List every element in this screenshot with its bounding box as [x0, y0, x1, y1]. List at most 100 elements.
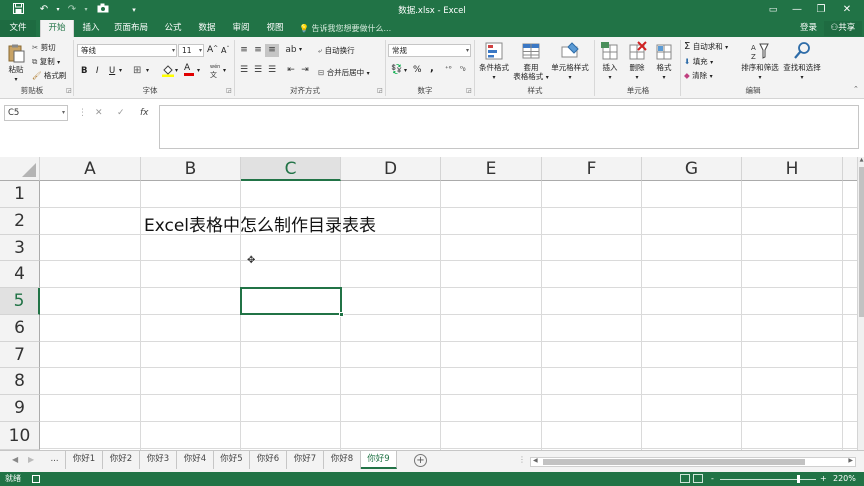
name-box[interactable]: C5 ▾	[4, 105, 68, 121]
sheet-tab-1[interactable]: 你好1	[66, 451, 103, 469]
copy-button[interactable]: ⧉ 复制 ▾	[32, 56, 60, 67]
align-bottom-icon[interactable]: ≡	[265, 44, 279, 57]
formula-input[interactable]	[159, 105, 859, 149]
column-header-b[interactable]: B	[141, 157, 241, 181]
insert-function-icon[interactable]: fx	[140, 105, 149, 121]
page-layout-view-icon[interactable]	[693, 474, 703, 483]
sheet-tab-3[interactable]: 你好3	[140, 451, 177, 469]
align-middle-icon[interactable]: ≡	[251, 44, 265, 57]
row-header-6[interactable]: 6	[0, 315, 40, 342]
orientation-icon[interactable]: ab	[284, 44, 298, 57]
clear-button[interactable]: ◆ 清除 ▾	[684, 70, 713, 81]
vertical-scroll-thumb[interactable]	[859, 167, 864, 317]
sheet-tab-8[interactable]: 你好8	[324, 451, 361, 469]
phonetic-guide-button[interactable]: wén 文	[210, 64, 220, 80]
borders-icon[interactable]: ⊞	[133, 65, 141, 76]
cancel-entry-icon[interactable]: ✕	[95, 105, 103, 121]
vertical-scrollbar[interactable]: ▲	[857, 157, 864, 450]
scroll-left-icon[interactable]: ◀	[533, 457, 538, 464]
increase-decimal-icon[interactable]: ⁺⁰	[445, 65, 452, 73]
column-header-f[interactable]: F	[542, 157, 642, 181]
number-launcher-icon[interactable]: ◲	[466, 87, 472, 94]
accounting-dropdown-icon[interactable]: ▾	[404, 67, 407, 74]
sheet-tab-9[interactable]: 你好9	[361, 451, 397, 469]
row-header-2[interactable]: 2	[0, 208, 40, 235]
column-header-h[interactable]: H	[742, 157, 843, 181]
sheet-tab-7[interactable]: 你好7	[287, 451, 324, 469]
normal-view-icon[interactable]	[680, 474, 690, 483]
shrink-font-button[interactable]: Aˇ	[221, 46, 229, 55]
comma-style-button[interactable]: ,	[430, 63, 434, 74]
column-header-e[interactable]: E	[441, 157, 542, 181]
format-painter-button[interactable]: 🖌 格式刷	[32, 70, 66, 81]
conditional-formatting-button[interactable]: 条件格式 ▾	[476, 41, 512, 82]
row-header-3[interactable]: 3	[0, 235, 40, 261]
tab-insert[interactable]: 插入	[76, 20, 106, 37]
zoom-slider-knob[interactable]	[797, 475, 800, 483]
align-top-icon[interactable]: ≡	[237, 44, 251, 57]
column-header-c[interactable]: C	[241, 157, 341, 181]
underline-dropdown-icon[interactable]: ▾	[119, 67, 122, 74]
font-color-dropdown-icon[interactable]: ▾	[197, 67, 200, 74]
sheet-tabs-ellipsis[interactable]: ...	[44, 451, 66, 469]
tab-split-handle-icon[interactable]: ⋮	[518, 455, 526, 464]
column-header-d[interactable]: D	[341, 157, 441, 181]
column-header-a[interactable]: A	[40, 157, 141, 181]
sign-in-link[interactable]: 登录	[800, 20, 817, 37]
tab-review[interactable]: 审阅	[226, 20, 256, 37]
scroll-sheets-right-icon[interactable]: ▶	[28, 455, 34, 464]
add-sheet-button[interactable]: +	[414, 454, 427, 467]
find-select-button[interactable]: 查找和选择 ▾	[782, 41, 822, 82]
clipboard-launcher-icon[interactable]: ◲	[66, 87, 72, 94]
align-right-icon[interactable]: ☰	[265, 64, 279, 77]
decrease-decimal-icon[interactable]: ⁰₀	[460, 65, 466, 73]
scroll-up-icon[interactable]: ▲	[858, 157, 864, 163]
fill-button[interactable]: ⬇ 填充 ▾	[684, 56, 713, 67]
row-header-1[interactable]: 1	[0, 181, 40, 208]
row-header-8[interactable]: 8	[0, 368, 40, 395]
font-launcher-icon[interactable]: ◲	[226, 87, 232, 94]
row-header-5[interactable]: 5	[0, 288, 40, 315]
horizontal-scroll-thumb[interactable]	[543, 459, 805, 465]
select-all-button[interactable]	[0, 157, 40, 181]
cell-styles-button[interactable]: 单元格样式 ▾	[549, 41, 591, 82]
horizontal-scrollbar[interactable]: ◀ ▶	[530, 457, 856, 467]
row-header-10[interactable]: 10	[0, 422, 40, 450]
font-color-button[interactable]: A	[184, 63, 194, 76]
merge-center-button[interactable]: ⊟ 合并后居中 ▾	[318, 67, 370, 78]
scroll-sheets-left-icon[interactable]: ◀	[12, 455, 18, 464]
paste-button[interactable]: 粘贴 ▾	[4, 43, 28, 84]
cell-b2-text[interactable]: Excel表格中怎么制作目录表表	[144, 211, 376, 236]
format-cells-button[interactable]: 格式 ▾	[651, 41, 677, 82]
tab-page-layout[interactable]: 页面布局	[110, 20, 152, 37]
tab-formulas[interactable]: 公式	[158, 20, 188, 37]
increase-indent-icon[interactable]: ⇥	[298, 64, 312, 77]
borders-dropdown-icon[interactable]: ▾	[146, 67, 149, 74]
fill-color-dropdown-icon[interactable]: ▾	[175, 67, 178, 74]
tab-home[interactable]: 开始	[40, 20, 74, 37]
underline-button[interactable]: U	[109, 66, 115, 76]
active-cell-c5[interactable]	[240, 287, 344, 317]
font-name-select[interactable]: 等线 ▾	[77, 44, 177, 57]
align-center-icon[interactable]: ☰	[251, 64, 265, 77]
confirm-entry-icon[interactable]: ✓	[117, 105, 125, 121]
zoom-slider-track[interactable]	[720, 479, 816, 480]
tab-data[interactable]: 数据	[192, 20, 222, 37]
autosum-button[interactable]: Σ 自动求和 ▾	[684, 41, 728, 52]
delete-cells-button[interactable]: 删除 ▾	[624, 41, 650, 82]
align-left-icon[interactable]: ☰	[237, 64, 251, 77]
bold-button[interactable]: B	[81, 66, 87, 76]
format-as-table-button[interactable]: 套用 表格格式 ▾	[512, 41, 550, 82]
zoom-level[interactable]: 220%	[833, 472, 856, 486]
sort-filter-button[interactable]: AZ 排序和筛选 ▾	[740, 41, 780, 82]
row-header-7[interactable]: 7	[0, 342, 40, 368]
tab-view[interactable]: 视图	[260, 20, 290, 37]
share-button[interactable]: ⚇共享	[824, 21, 862, 36]
scroll-right-icon[interactable]: ▶	[848, 457, 853, 464]
zoom-in-button[interactable]: +	[820, 472, 827, 486]
grow-font-button[interactable]: A^	[207, 45, 218, 55]
orientation-dropdown-icon[interactable]: ▾	[299, 46, 302, 53]
close-button[interactable]: ✕	[832, 2, 862, 18]
cut-button[interactable]: ✂ 剪切	[32, 42, 56, 53]
tell-me-box[interactable]: 💡 告诉我您想要做什么...	[299, 20, 391, 37]
